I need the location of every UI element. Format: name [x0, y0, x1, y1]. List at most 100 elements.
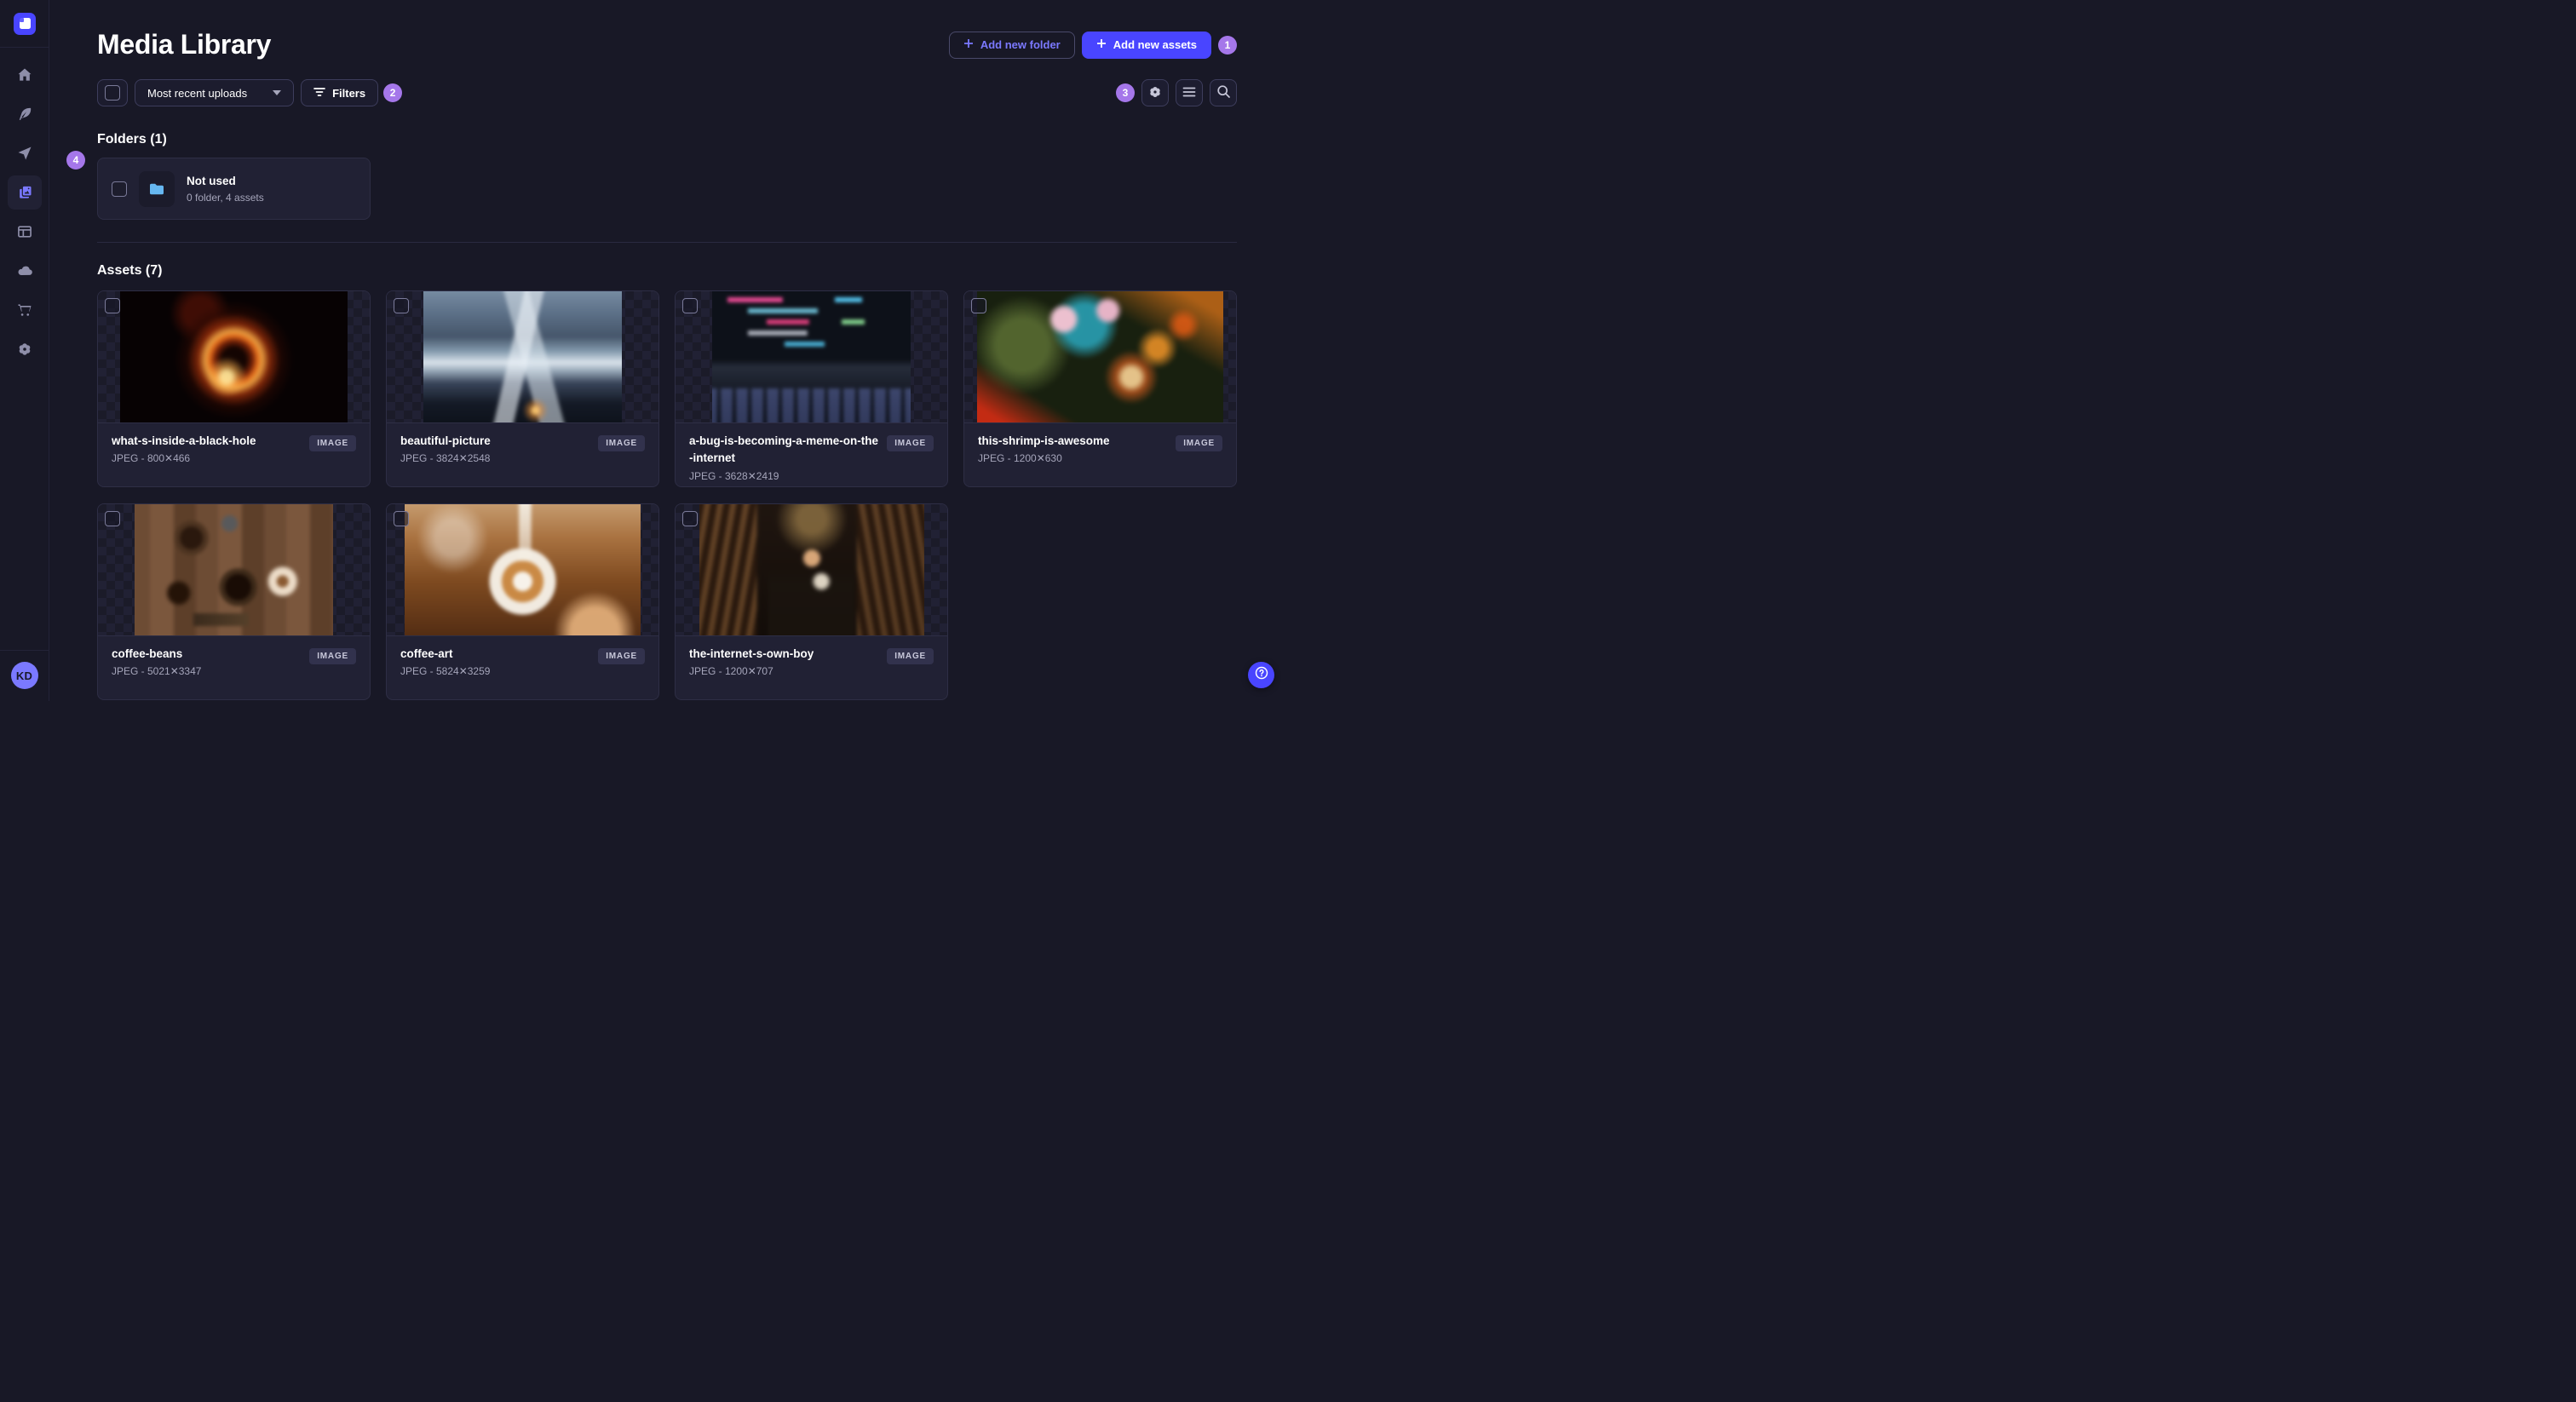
asset-type-badge: IMAGE: [1176, 435, 1222, 451]
asset-name: a-bug-is-becoming-a-meme-on-the-internet: [689, 434, 879, 465]
asset-card-footer: this-shrimp-is-awesome JPEG - 1200✕630 I…: [964, 423, 1236, 486]
asset-card[interactable]: this-shrimp-is-awesome JPEG - 1200✕630 I…: [963, 290, 1237, 487]
sidebar-item-deploy[interactable]: [8, 254, 42, 288]
asset-text: coffee-art JPEG - 5824✕3259: [400, 646, 591, 677]
sidebar-item-marketplace[interactable]: [8, 293, 42, 327]
header-actions: Add new folder Add new assets 1: [948, 31, 1237, 59]
asset-type-badge: IMAGE: [887, 435, 934, 451]
folders-heading: Folders (1): [97, 132, 167, 147]
asset-type-badge: IMAGE: [309, 435, 356, 451]
asset-text: a-bug-is-becoming-a-meme-on-the-internet…: [689, 433, 880, 482]
asset-meta: JPEG - 3628✕2419: [689, 469, 779, 482]
asset-name: coffee-art: [400, 647, 453, 660]
asset-card-footer: beautiful-picture JPEG - 3824✕2548 IMAGE: [387, 423, 658, 486]
page-header: Media Library Add new folder Add new ass…: [97, 29, 1237, 60]
filter-icon: [313, 87, 325, 100]
asset-card-footer: what-s-inside-a-black-hole JPEG - 800✕46…: [98, 423, 370, 486]
asset-meta: JPEG - 800✕466: [112, 452, 191, 465]
asset-text: coffee-beans JPEG - 5021✕3347: [112, 646, 302, 677]
strapi-logo-icon[interactable]: [13, 13, 36, 35]
feather-icon: [16, 106, 33, 123]
sidebar: KD: [0, 0, 49, 701]
asset-text: the-internet-s-own-boy JPEG - 1200✕707: [689, 646, 880, 677]
sort-select[interactable]: Most recent uploads: [135, 79, 295, 106]
asset-checkbox[interactable]: [682, 511, 698, 526]
section-divider: [97, 242, 1237, 243]
asset-checkbox[interactable]: [105, 511, 120, 526]
help-button[interactable]: [1248, 662, 1274, 688]
assets-grid: what-s-inside-a-black-hole JPEG - 800✕46…: [97, 290, 1237, 700]
asset-card[interactable]: the-internet-s-own-boy JPEG - 1200✕707 I…: [675, 503, 948, 700]
filters-button[interactable]: Filters: [301, 79, 379, 106]
sidebar-item-content-manager[interactable]: [8, 97, 42, 131]
sidebar-item-settings[interactable]: [8, 332, 42, 366]
asset-thumbnail-area: [98, 291, 370, 423]
tour-step-badge-1[interactable]: 1: [1218, 35, 1237, 55]
view-settings-button[interactable]: [1141, 79, 1169, 106]
folder-checkbox[interactable]: [112, 181, 127, 197]
select-all-container: [97, 79, 128, 106]
page-title: Media Library: [97, 29, 272, 60]
home-icon: [16, 66, 33, 83]
asset-name: what-s-inside-a-black-hole: [112, 434, 256, 447]
asset-meta: JPEG - 5824✕3259: [400, 665, 491, 678]
asset-card-footer: the-internet-s-own-boy JPEG - 1200✕707 I…: [676, 636, 947, 699]
asset-thumbnail: [712, 291, 911, 422]
asset-name: coffee-beans: [112, 647, 183, 660]
asset-thumbnail: [977, 291, 1223, 422]
select-all-checkbox[interactable]: [105, 85, 120, 101]
asset-card[interactable]: beautiful-picture JPEG - 3824✕2548 IMAGE: [386, 290, 659, 487]
cart-icon: [16, 302, 33, 319]
asset-meta: JPEG - 1200✕707: [689, 665, 773, 678]
asset-card[interactable]: what-s-inside-a-black-hole JPEG - 800✕46…: [97, 290, 371, 487]
list-view-button[interactable]: [1176, 79, 1203, 106]
asset-thumbnail: [423, 291, 622, 422]
add-new-assets-button[interactable]: Add new assets: [1081, 31, 1211, 59]
asset-checkbox[interactable]: [394, 298, 409, 313]
tour-step-badge-3[interactable]: 3: [1116, 83, 1135, 102]
asset-name: this-shrimp-is-awesome: [978, 434, 1110, 447]
asset-checkbox[interactable]: [105, 298, 120, 313]
asset-name: beautiful-picture: [400, 434, 491, 447]
gear-icon: [16, 341, 33, 358]
asset-card[interactable]: coffee-beans JPEG - 5021✕3347 IMAGE: [97, 503, 371, 700]
asset-meta: JPEG - 3824✕2548: [400, 452, 491, 465]
toolbar-left: Most recent uploads Filters 2: [97, 79, 403, 106]
asset-card[interactable]: coffee-art JPEG - 5824✕3259 IMAGE: [386, 503, 659, 700]
sidebar-item-home[interactable]: [8, 58, 42, 92]
folder-info: Not used 0 folder, 4 assets: [187, 174, 264, 204]
asset-thumbnail: [120, 291, 348, 422]
images-icon: [16, 184, 33, 201]
sidebar-item-releases[interactable]: [8, 136, 42, 170]
asset-card[interactable]: a-bug-is-becoming-a-meme-on-the-internet…: [675, 290, 948, 487]
folder-icon: [139, 170, 175, 207]
gear-icon: [1147, 84, 1163, 102]
sidebar-item-content-type-builder[interactable]: [8, 215, 42, 249]
plus-icon: [1096, 38, 1107, 51]
asset-thumbnail-area: [676, 291, 947, 423]
search-button[interactable]: [1210, 79, 1237, 106]
asset-type-badge: IMAGE: [309, 648, 356, 664]
asset-thumbnail: [135, 504, 333, 635]
user-avatar[interactable]: KD: [10, 662, 38, 689]
asset-type-badge: IMAGE: [887, 648, 934, 664]
folder-card[interactable]: Not used 0 folder, 4 assets: [97, 158, 371, 220]
asset-checkbox[interactable]: [682, 298, 698, 313]
tour-step-badge-4[interactable]: 4: [66, 151, 85, 170]
tour-step-badge-2[interactable]: 2: [383, 83, 403, 102]
logo-container: [0, 0, 49, 48]
asset-thumbnail-area: [98, 504, 370, 636]
sort-select-value: Most recent uploads: [147, 86, 248, 100]
folder-name: Not used: [187, 175, 236, 188]
asset-text: beautiful-picture JPEG - 3824✕2548: [400, 433, 591, 464]
add-new-folder-button[interactable]: Add new folder: [948, 31, 1075, 59]
search-icon: [1216, 84, 1231, 101]
asset-type-badge: IMAGE: [598, 435, 645, 451]
assets-section: Assets (7) what-s-inside-a-black-hole JP…: [97, 263, 1237, 700]
asset-checkbox[interactable]: [394, 511, 409, 526]
asset-card-footer: coffee-beans JPEG - 5021✕3347 IMAGE: [98, 636, 370, 699]
asset-thumbnail: [405, 504, 641, 635]
sidebar-nav: [7, 58, 42, 366]
sidebar-item-media-library[interactable]: [7, 175, 42, 210]
asset-checkbox[interactable]: [971, 298, 986, 313]
